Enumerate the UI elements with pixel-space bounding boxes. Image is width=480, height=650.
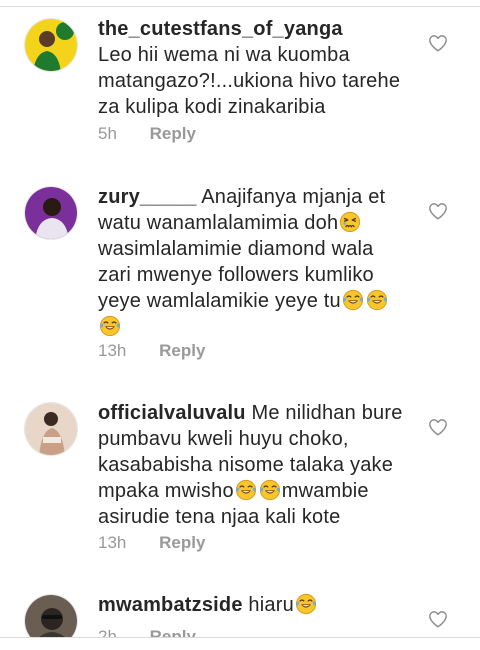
username[interactable]: zury_____ xyxy=(98,186,197,208)
tears-of-joy-emoji xyxy=(235,479,257,501)
tears-of-joy-emoji xyxy=(259,479,281,501)
heart-icon[interactable] xyxy=(428,418,448,436)
comment-line: matangazo?!...ukiona hivo tarehe xyxy=(98,70,401,92)
comment-line: Anajifanya mjanja et xyxy=(196,186,386,208)
tears-of-joy-emoji xyxy=(366,289,388,311)
heart-icon[interactable] xyxy=(428,202,448,220)
heart-icon[interactable] xyxy=(428,34,448,52)
top-divider xyxy=(0,6,480,7)
tears-of-joy-emoji xyxy=(295,593,317,615)
tears-of-joy-emoji xyxy=(99,315,121,337)
comment-text: officialvaluvalu Me nilidhan bure pumbav… xyxy=(98,400,420,530)
comment-line: wasimlalamimie diamond wala xyxy=(98,238,374,260)
avatar[interactable] xyxy=(24,186,78,240)
reply-button[interactable]: Reply xyxy=(150,124,196,143)
bottom-divider xyxy=(0,637,480,650)
comment-meta: 13h Reply xyxy=(98,533,205,553)
tears-of-joy-emoji xyxy=(342,289,364,311)
username[interactable]: officialvaluvalu xyxy=(98,402,246,424)
timestamp: 5h xyxy=(98,124,117,143)
avatar[interactable] xyxy=(24,402,78,456)
reply-button[interactable]: Reply xyxy=(159,341,205,360)
timestamp: 13h xyxy=(98,533,127,552)
comment-text: the_cutestfans_of_yanga Leo hii wema ni … xyxy=(98,16,420,120)
comment-text: zury_____ Anajifanya mjanja et watu wana… xyxy=(98,184,420,340)
comment-line: Leo hii wema ni wa kuomba xyxy=(98,44,350,66)
comment-line: zari mwenye followers kumliko xyxy=(98,264,374,286)
comment-line: hiaru xyxy=(242,594,294,616)
comment-meta: 13h Reply xyxy=(98,341,205,361)
comment-line: yeye wamlalamikie yeye tu xyxy=(98,290,341,312)
comment-line: za kulipa kodi zinakaribia xyxy=(98,96,326,118)
comment-line: Me nilidhan bure xyxy=(245,402,403,424)
heart-icon[interactable] xyxy=(428,610,448,628)
comment-text: mwambatzside hiaru xyxy=(98,592,420,618)
timestamp: 13h xyxy=(98,341,127,360)
comment-line: mwambie xyxy=(281,480,369,502)
reply-button[interactable]: Reply xyxy=(159,533,205,552)
persevering-face-emoji xyxy=(339,211,361,233)
comment-line: mpaka mwisho xyxy=(98,480,234,502)
comment-line: watu wanamlalamimia doh xyxy=(98,212,339,234)
comment-line: pumbavu kweli huyu choko, xyxy=(98,428,349,450)
username[interactable]: the_cutestfans_of_yanga xyxy=(98,18,343,40)
avatar[interactable] xyxy=(24,18,78,72)
comment-line: asirudie tena njaa kali kote xyxy=(98,506,341,528)
comment-line: kasababisha nisome talaka yake xyxy=(98,454,394,476)
username[interactable]: mwambatzside xyxy=(98,594,243,616)
comment-meta: 5h Reply xyxy=(98,124,196,144)
